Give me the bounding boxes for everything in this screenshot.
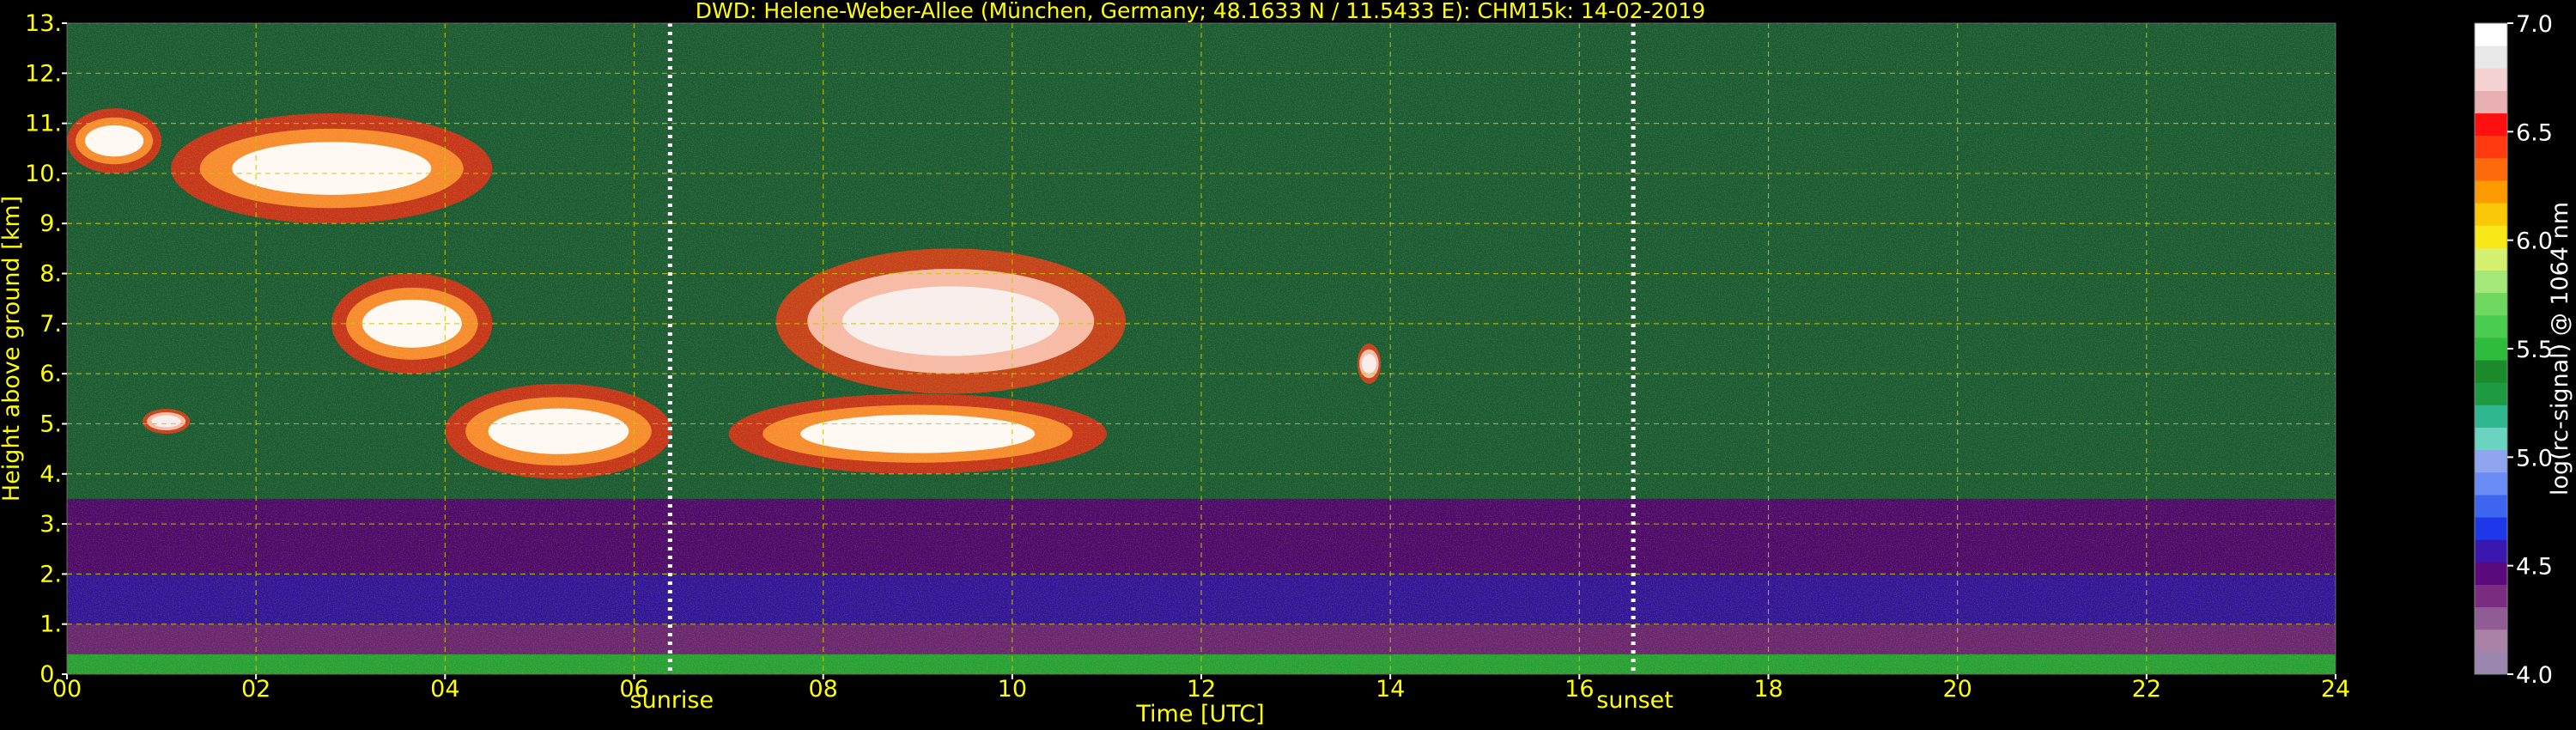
y-tick-label: 8. [39, 261, 62, 288]
colorbar-segment [2475, 427, 2507, 451]
y-tick-label: 4. [39, 461, 62, 488]
y-tick-label: 3. [39, 511, 62, 538]
colorbar-segment [2475, 405, 2507, 428]
colorbar-segment [2475, 179, 2507, 204]
x-tick-label: 06 [619, 676, 648, 703]
colorbar-segment [2475, 113, 2507, 137]
colorbar-segment [2475, 46, 2507, 69]
x-axis-label: Time [UTC] [1135, 701, 1264, 727]
x-tick-label: 04 [430, 676, 459, 703]
y-tick-label: 11. [25, 111, 62, 137]
y-tick-label: 13. [25, 10, 62, 37]
colorbar-segment [2475, 135, 2507, 159]
colorbar-segment [2475, 203, 2507, 226]
colorbar-segment [2475, 539, 2507, 563]
colorbar-segment [2475, 629, 2507, 653]
y-tick-label: 6. [39, 361, 62, 387]
colorbar-segment [2475, 382, 2507, 405]
colorbar-segment [2475, 337, 2507, 361]
colorbar-tick-label: 4.0 [2516, 662, 2553, 689]
y-tick-label: 1. [39, 611, 62, 638]
colorbar-segment [2475, 449, 2507, 473]
colorbar-label: log(rc-signal) @ 1064 nm [2547, 202, 2573, 496]
colorbar-segment [2475, 584, 2507, 608]
y-tick-label: 7. [39, 311, 62, 338]
colorbar-segment [2475, 90, 2507, 114]
colorbar-segment [2475, 314, 2507, 338]
colorbar-segment [2475, 23, 2507, 46]
x-tick-label: 24 [2321, 676, 2350, 703]
y-tick-label: 10. [25, 161, 62, 187]
x-tick-label: 22 [2132, 676, 2161, 703]
y-tick-label: 9. [39, 210, 62, 237]
x-tick-label: 12 [1187, 676, 1216, 703]
x-tick-label: 02 [241, 676, 270, 703]
colorbar-segment [2475, 68, 2507, 91]
chart-title: DWD: Helene-Weber-Allee (München, German… [696, 0, 1705, 23]
x-tick-label: 14 [1376, 676, 1405, 703]
colorbar-segment [2475, 651, 2507, 675]
colorbar-segment [2475, 517, 2507, 540]
colorbar-segment [2475, 157, 2507, 181]
y-tick-label: 12. [25, 60, 62, 87]
colorbar-segment [2475, 494, 2507, 518]
x-tick-label: 08 [808, 676, 837, 703]
plot-area [67, 23, 2336, 674]
colorbar-segment [2475, 247, 2507, 271]
y-axis-label: Height above ground [km] [0, 196, 25, 502]
colorbar-tick-label: 4.5 [2516, 554, 2553, 581]
colorbar-tick-label: 7.0 [2516, 11, 2553, 38]
colorbar-segment [2475, 270, 2507, 294]
colorbar-tick-label: 6.5 [2516, 119, 2553, 146]
colorbar-segment [2475, 606, 2507, 630]
colorbar-segment [2475, 292, 2507, 316]
ceilometer-chart: sunrise sunset00 02 04 06 08 10 12 14 16 18 20 22 240… [0, 0, 2576, 730]
x-tick-label: 16 [1564, 676, 1594, 703]
colorbar-segment [2475, 562, 2507, 585]
x-tick-label: 10 [998, 676, 1027, 703]
colorbar-segment [2475, 471, 2507, 496]
colorbar-segment [2475, 225, 2507, 248]
y-tick-label: 5. [39, 411, 62, 437]
x-tick-label: 20 [1942, 676, 1971, 703]
y-tick-label: 0. [39, 661, 62, 688]
y-tick-label: 2. [39, 561, 62, 587]
colorbar-segment [2475, 360, 2507, 383]
event-label-sunset: sunset [1596, 687, 1674, 714]
x-tick-label: 18 [1753, 676, 1783, 703]
